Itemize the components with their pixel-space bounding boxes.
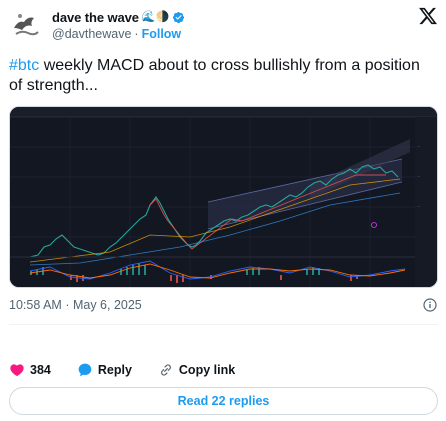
link-icon [161,364,171,376]
like-button[interactable]: 384 [9,362,51,378]
name-row: dave the wave 🌊🌗 [52,9,185,25]
tweet-timestamp-row: 10:58 AM · May 6, 2025 [9,298,438,314]
hashtag-link[interactable]: #btc [9,57,39,74]
author-emoji: 🌊🌗 [141,10,170,23]
tweet-date[interactable]: May 6, 2025 [73,298,142,312]
copy-link-button[interactable]: Copy link [158,362,235,378]
separator: · [134,27,139,41]
read-replies-button[interactable]: Read 22 replies [9,387,438,415]
heart-icon [10,364,24,377]
svg-text:—: — [417,204,421,208]
tweet-text: #btc weekly MACD about to cross bullishl… [9,56,429,96]
svg-text:—: — [417,174,421,178]
author-display-name[interactable]: dave the wave [52,10,139,25]
separator: · [65,298,70,312]
reply-bubble-icon [78,363,92,377]
svg-text:—: — [417,144,421,148]
reply-button[interactable]: Reply [77,362,132,378]
read-replies-label: Read 22 replies [177,394,270,408]
tweet-header: dave the wave 🌊🌗 @davthewave · Follow [8,6,438,44]
handle-row: @davthewave · Follow [52,27,181,41]
verified-badge-icon [173,11,185,23]
tweet-media-chart-image[interactable]: — — — [9,106,438,288]
x-logo-icon[interactable] [418,6,438,26]
avatar[interactable] [8,6,44,42]
chart-image: — — — [10,107,437,287]
divider [9,324,438,325]
copy-link-label: Copy link [178,363,236,377]
author-handle[interactable]: @davthewave [52,27,131,41]
tweet-body: weekly MACD about to cross bullishly fro… [9,57,420,94]
reply-label: Reply [97,363,132,377]
follow-button[interactable]: Follow [142,27,182,41]
tweet-actions: 384 Reply Copy link [9,361,235,379]
info-icon[interactable] [422,297,438,313]
like-count: 384 [30,363,51,377]
tweet-time[interactable]: 10:58 AM [9,298,62,312]
